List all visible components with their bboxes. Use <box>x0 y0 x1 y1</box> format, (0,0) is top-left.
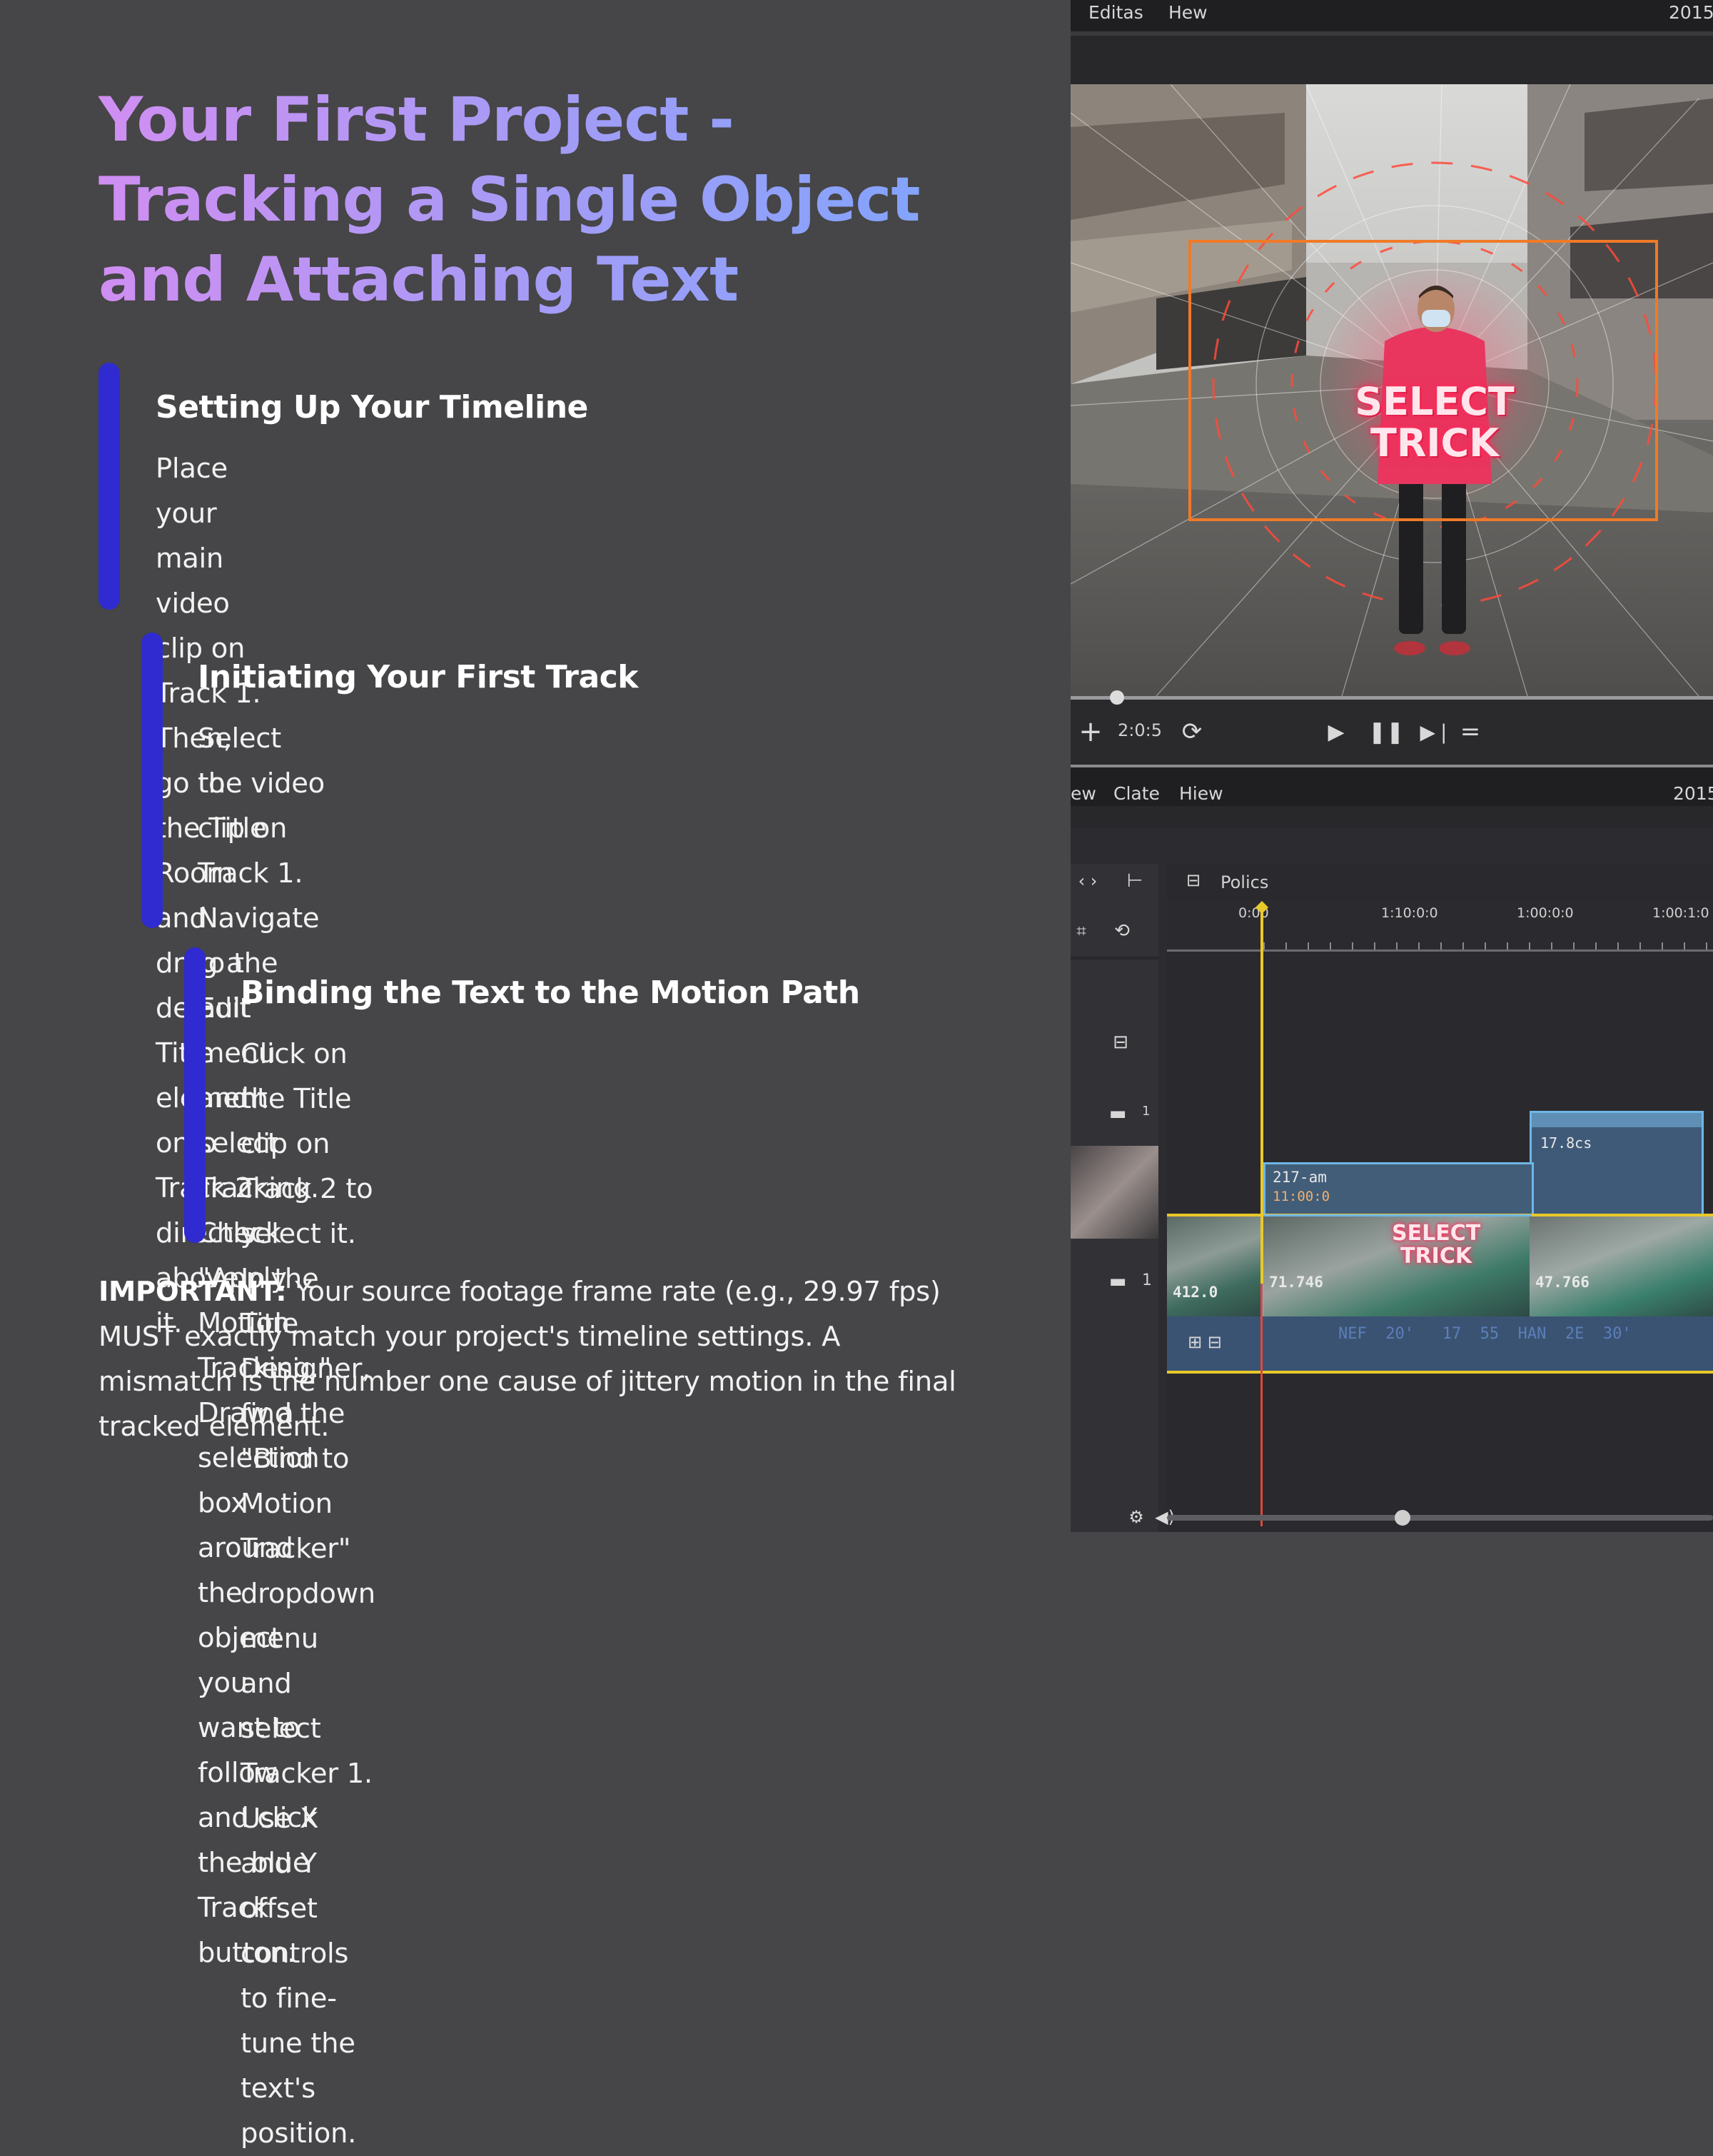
editor-menubar-secondary: ew Clate Hiew 2015 <box>1071 767 1713 806</box>
timeline-panel: ‹ › ⊢ ⌗ ⟲ ⊟ ▬ 1 ▬ 1 ⊟ Polics 0:00 1:10:0… <box>1071 828 1713 1532</box>
viewer-overlay-text: SELECT TRICK <box>1317 381 1552 464</box>
step-accent-bar <box>98 363 120 610</box>
scrubber-track[interactable] <box>1071 696 1713 700</box>
video-clip[interactable]: 47.766 <box>1530 1216 1713 1316</box>
trim-icon[interactable]: ⊢ <box>1121 867 1149 895</box>
step-body-line: Click on the Title clip on Track 2 to se… <box>241 1038 373 1295</box>
ruler-label: 1:00:1:0 <box>1652 905 1709 921</box>
overlay-line: SELECT <box>1355 379 1515 424</box>
overlay-line: TRICK <box>1370 420 1499 465</box>
playhead-line-red <box>1260 1284 1263 1526</box>
track-thumbnail <box>1071 1146 1158 1239</box>
important-line: MUST exactly match your project's timeli… <box>98 1321 841 1353</box>
title-line: and Attaching Text <box>98 244 739 316</box>
step-heading: Setting Up Your Timeline <box>156 389 588 425</box>
menu-icon[interactable]: = <box>1456 717 1485 746</box>
step-heading: Initiating Your First Track <box>198 659 639 695</box>
important-note: IMPORTANT: Your source footage frame rat… <box>98 1269 976 1449</box>
overlay-line: TRICK <box>1400 1244 1472 1269</box>
overlay-line: SELECT <box>1392 1221 1481 1246</box>
step-accent-bar <box>184 947 206 1243</box>
settings-icon[interactable]: ⚙ <box>1124 1505 1148 1529</box>
video-track: 412.0 71.746 SELECT TRICK 47.766 <box>1167 1214 1713 1319</box>
playhead[interactable] <box>1260 905 1263 1284</box>
clip-label: 217-am <box>1273 1169 1327 1186</box>
important-line: tracked element. <box>98 1411 330 1443</box>
divider <box>1071 31 1713 36</box>
menu-version: 2015 <box>1673 783 1713 804</box>
title-line: Tracking a Single Object <box>98 164 920 236</box>
step-accent-bar <box>141 633 163 928</box>
loop-icon[interactable]: ⟳ <box>1178 717 1206 746</box>
track-number: 1 <box>1142 1104 1151 1119</box>
clip-label: 11:00:0 <box>1273 1189 1330 1204</box>
panel-icon: ⊟ <box>1186 870 1201 890</box>
folder-icon[interactable]: ▬ <box>1103 1267 1132 1296</box>
folder-icon[interactable]: ▬ <box>1103 1099 1132 1128</box>
track-headers: ‹ › ⊢ ⌗ ⟲ ⊟ ▬ 1 ▬ 1 <box>1071 864 1158 1532</box>
pause-icon[interactable]: ❚❚ <box>1368 717 1404 746</box>
zoom-slider[interactable] <box>1167 1515 1713 1521</box>
transport-bar: + 2:0:5 ⟳ ▶ ❚❚ ▶❘ = <box>1071 690 1713 767</box>
tool-icon[interactable]: ⌗ <box>1071 917 1092 945</box>
menu-version: 2015 <box>1669 2 1713 23</box>
sync-icon[interactable]: ⟲ <box>1108 917 1136 945</box>
track-header-divider <box>1071 957 1158 959</box>
clip-label: 412.0 <box>1173 1284 1218 1301</box>
step-body-line: dropdown menu and select Tracker 1. Use … <box>241 1578 375 1880</box>
important-label: IMPORTANT: <box>98 1276 287 1308</box>
track-number: 1 <box>1142 1271 1152 1289</box>
clip-overlay-text: SELECT TRICK <box>1392 1222 1480 1268</box>
menu-item[interactable]: Clate <box>1113 783 1160 804</box>
step-heading: Binding the Text to the Motion Path <box>241 974 860 1011</box>
audio-track-text: NEF 20' 17 55 HAN 2E 30' <box>1338 1325 1632 1343</box>
important-line: mismatch is the number one cause of jitt… <box>98 1366 956 1398</box>
video-clip-selected[interactable]: 71.746 SELECT TRICK <box>1261 1214 1532 1319</box>
step-body: Click on the Title clip on Track 2 to se… <box>241 1032 375 2156</box>
important-line: Your source footage frame rate (e.g., 29… <box>286 1276 941 1308</box>
page-title: Your First Project - Tracking a Single O… <box>98 80 1026 320</box>
menu-item[interactable]: Editas <box>1088 2 1143 23</box>
audio-track[interactable]: ⊞ ⊟ NEF 20' 17 55 HAN 2E 30' <box>1167 1316 1713 1374</box>
zoom-slider-handle[interactable] <box>1395 1510 1410 1526</box>
nav-arrows-icon[interactable]: ‹ › <box>1073 867 1102 895</box>
article-panel: Your First Project - Tracking a Single O… <box>0 0 1071 2150</box>
clip-label: 17.8cs <box>1540 1134 1592 1152</box>
step-body-line: offset controls to fine-tune the text's … <box>241 1893 357 2150</box>
menu-item[interactable]: Hiew <box>1179 783 1223 804</box>
clip-label: 47.766 <box>1535 1274 1590 1291</box>
video-clip[interactable]: 412.0 <box>1167 1216 1263 1316</box>
clip-label: 71.746 <box>1269 1274 1323 1291</box>
title-track-icon[interactable]: ⊟ <box>1106 1028 1135 1057</box>
panel-title: Polics <box>1221 872 1269 892</box>
audio-track-icon: ⊞ ⊟ <box>1188 1332 1222 1352</box>
plus-icon[interactable]: + <box>1076 715 1105 748</box>
title-clip-secondary[interactable]: 17.8cs <box>1530 1111 1704 1219</box>
ruler-ticks <box>1263 942 1713 949</box>
menu-item[interactable]: Hew <box>1168 2 1208 23</box>
timeline-area[interactable]: ⊟ Polics 0:00 1:10:0:0 1:00:0:0 1:00:1:0… <box>1128 864 1713 1532</box>
title-line: Your First Project - <box>98 84 734 156</box>
ruler: 0:00 1:10:0:0 1:00:0:0 1:00:1:0 <box>1167 900 1713 952</box>
clip-header <box>1532 1113 1702 1127</box>
ruler-label: 1:00:0:0 <box>1517 905 1574 921</box>
step-forward-icon[interactable]: ▶❘ <box>1420 717 1452 746</box>
editor-menubar: Editas Hew 2015 <box>1071 0 1713 31</box>
timecode: 2:0:5 <box>1118 720 1162 740</box>
video-preview[interactable]: SELECT TRICK <box>1071 84 1713 696</box>
scrubber-handle[interactable] <box>1110 690 1124 705</box>
editor-screenshot: Editas Hew 2015 SELECT TRICK + 2:0:5 ⟳ ▶… <box>1071 0 1713 1532</box>
menu-item[interactable]: ew <box>1071 783 1096 804</box>
play-icon[interactable]: ▶ <box>1322 717 1350 746</box>
ruler-label: 1:10:0:0 <box>1381 905 1438 921</box>
